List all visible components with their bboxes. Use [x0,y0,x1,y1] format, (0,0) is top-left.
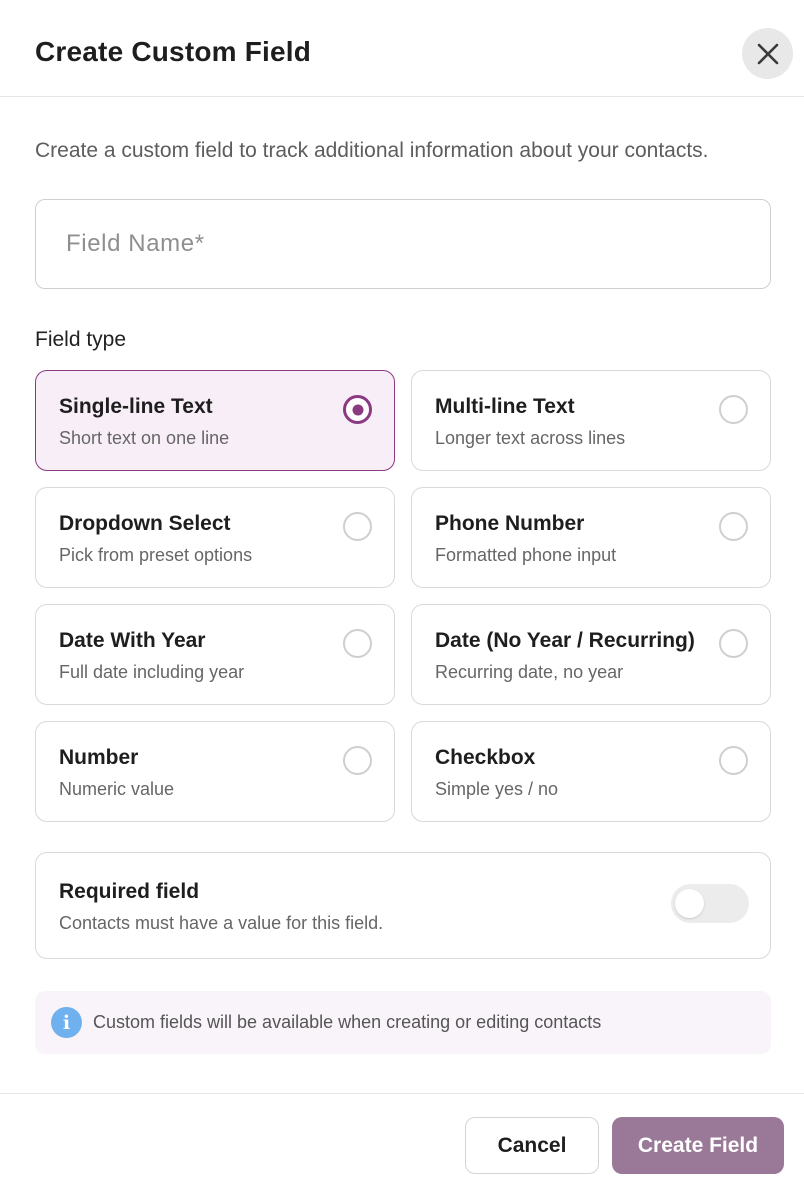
option-subtitle: Recurring date, no year [435,662,624,682]
radio-button[interactable] [343,395,372,424]
field-type-option-dropdown-select[interactable]: Dropdown Select Pick from preset options [35,487,395,588]
info-text: Custom fields will be available when cre… [93,1012,602,1032]
required-field-card: Required field Contacts must have a valu… [35,852,771,959]
required-field-title: Required field [59,880,200,903]
field-type-option-single-line-text[interactable]: Single-line Text Short text on one line [35,370,395,471]
option-subtitle: Numeric value [59,779,175,799]
close-button[interactable] [742,28,793,79]
info-banner: i Custom fields will be available when c… [35,991,771,1054]
field-type-option-checkbox[interactable]: Checkbox Simple yes / no [411,721,771,822]
radio-button[interactable] [343,629,372,658]
dialog-title: Create Custom Field [35,36,312,67]
option-title: Date (No Year / Recurring) [435,629,695,652]
field-type-option-multi-line-text[interactable]: Multi-line Text Longer text across lines [411,370,771,471]
radio-button[interactable] [343,746,372,775]
radio-button[interactable] [719,512,748,541]
close-icon [757,43,778,64]
option-subtitle: Pick from preset options [59,545,253,565]
dialog-footer: Cancel Create Field [0,1093,804,1193]
option-subtitle: Longer text across lines [435,428,626,448]
option-title: Single-line Text [59,395,213,418]
create-field-button[interactable]: Create Field [612,1117,784,1174]
field-type-option-date-no-year[interactable]: Date (No Year / Recurring) Recurring dat… [411,604,771,705]
option-title: Dropdown Select [59,512,231,535]
option-subtitle: Full date including year [59,662,245,682]
option-subtitle: Formatted phone input [435,545,617,565]
option-subtitle: Short text on one line [59,428,230,448]
option-subtitle: Simple yes / no [435,779,559,799]
cancel-button[interactable]: Cancel [465,1117,599,1174]
required-field-toggle[interactable] [671,884,749,923]
dialog-description: Create a custom field to track additiona… [35,139,709,162]
option-title: Checkbox [435,746,536,769]
field-type-option-number[interactable]: Number Numeric value [35,721,395,822]
field-name-input[interactable] [35,199,771,289]
toggle-knob [675,889,704,918]
radio-button[interactable] [719,395,748,424]
option-title: Date With Year [59,629,206,652]
radio-button[interactable] [343,512,372,541]
field-type-label: Field type [35,328,127,351]
create-custom-field-dialog: Create Custom Field Create a custom fiel… [0,0,804,1193]
option-title: Number [59,746,139,769]
radio-button[interactable] [719,629,748,658]
option-title: Multi-line Text [435,395,575,418]
dialog-header: Create Custom Field [0,0,804,97]
required-field-subtitle: Contacts must have a value for this fiel… [59,913,384,933]
info-icon: i [51,1007,82,1038]
radio-button[interactable] [719,746,748,775]
field-type-option-date-with-year[interactable]: Date With Year Full date including year [35,604,395,705]
option-title: Phone Number [435,512,585,535]
field-type-option-phone-number[interactable]: Phone Number Formatted phone input [411,487,771,588]
